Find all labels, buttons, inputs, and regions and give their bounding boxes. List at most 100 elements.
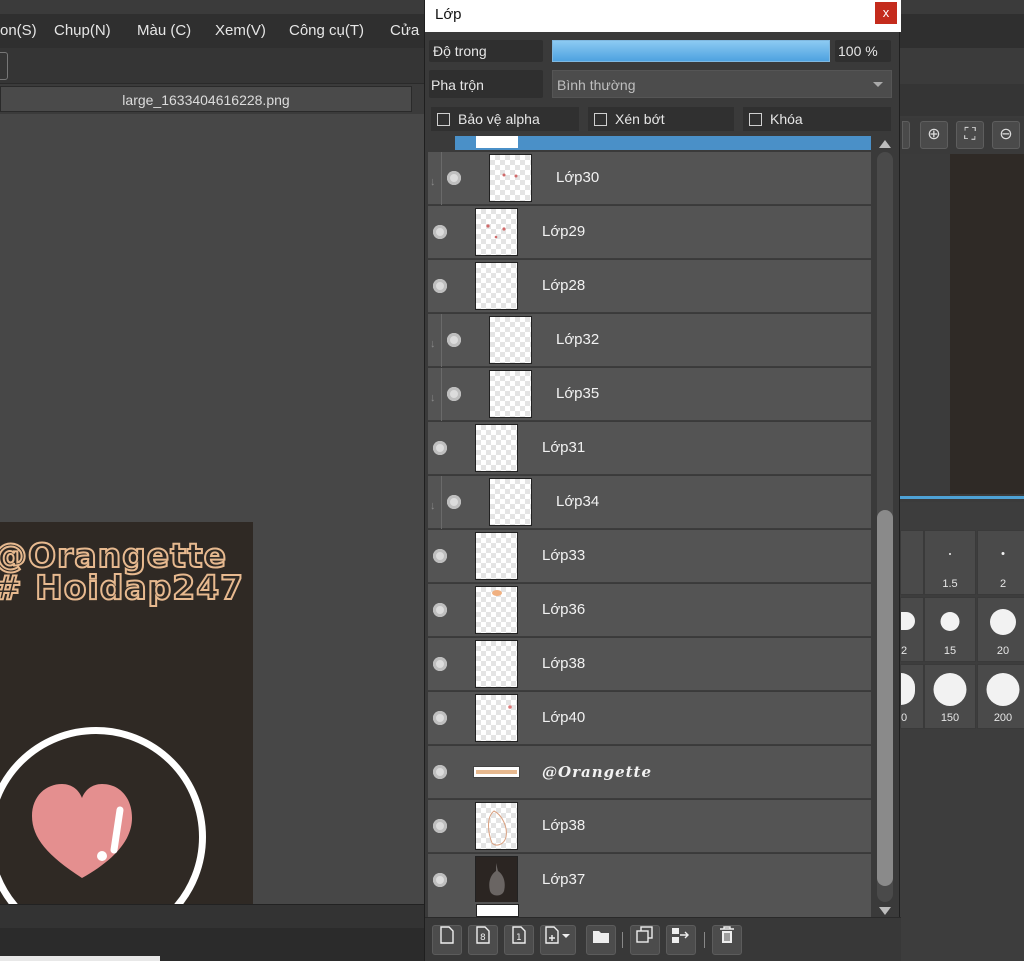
scroll-down-icon[interactable] (879, 907, 891, 915)
layer-row[interactable]: ↓ Lớp34 (428, 476, 871, 529)
visibility-toggle-icon[interactable] (433, 441, 447, 455)
lock-label: Khóa (770, 111, 803, 127)
new-1bit-layer-icon[interactable]: 1 (504, 925, 534, 955)
brush-size-cell[interactable] (900, 530, 924, 595)
layer-row[interactable]: @Orangette (428, 746, 871, 799)
layer-list-scrollbar[interactable] (874, 136, 896, 917)
layer-row[interactable]: Lớp38 (428, 638, 871, 691)
brush-size-cell[interactable]: 0 (900, 664, 924, 729)
toolbar-separator (622, 932, 623, 948)
layer-row[interactable]: Lớp31 (428, 422, 871, 475)
thumbnail-marks (489, 863, 505, 896)
menu-view[interactable]: Xem(V) (215, 22, 266, 39)
zoom-in-icon[interactable]: ⊕ (920, 121, 948, 149)
toolbar-separator (704, 932, 705, 948)
thumbnail-marks (488, 810, 507, 846)
duplicate-layer-icon[interactable] (630, 925, 660, 955)
menu-color[interactable]: Màu (C) (137, 22, 191, 39)
close-button[interactable]: x (875, 2, 897, 24)
svg-text:8: 8 (480, 933, 486, 943)
blend-mode-select[interactable]: Bình thường (552, 70, 892, 98)
add-layer-menu-icon[interactable] (540, 925, 576, 955)
layer-row[interactable]: Lớp36 (428, 584, 871, 637)
brush-size-cell[interactable]: 15 (924, 597, 976, 662)
fit-screen-icon[interactable]: ⛶ (956, 121, 984, 149)
visibility-toggle-icon[interactable] (433, 711, 447, 725)
thumbnail-marks (492, 590, 502, 596)
layer-name: Lớp29 (542, 223, 586, 240)
dialog-title-bar[interactable]: Lớp x (425, 0, 901, 32)
layer-row[interactable]: Lớp40 (428, 692, 871, 745)
layer-name: Lớp34 (556, 493, 600, 510)
brush-size-cell[interactable]: 20 (977, 597, 1024, 662)
visibility-toggle-icon[interactable] (433, 603, 447, 617)
layer-row[interactable]: ↓ Lớp35 (428, 368, 871, 421)
visibility-toggle-icon[interactable] (447, 495, 461, 509)
layer-name: Lớp37 (542, 871, 586, 888)
layer-row-partial[interactable] (428, 902, 871, 917)
layer-name: Lớp38 (542, 817, 586, 834)
layer-row[interactable]: Lớp37 (428, 854, 871, 907)
clip-arrow-icon: ↓ (430, 500, 436, 512)
layer-row[interactable]: Lớp29 (428, 206, 871, 259)
merge-layer-icon[interactable] (666, 925, 696, 955)
clip-indicator: ↓ (428, 314, 442, 367)
layer-thumbnail (475, 856, 518, 904)
scroll-up-icon[interactable] (879, 140, 891, 148)
brush-size-cell[interactable]: 2 (977, 530, 1024, 595)
new-layer-icon[interactable] (432, 925, 462, 955)
clipping-checkbox[interactable]: Xén bớt (588, 107, 734, 131)
layer-row[interactable]: ↓ Lớp32 (428, 314, 871, 367)
layer-row[interactable]: ↓ Lớp30 (428, 152, 871, 205)
visibility-toggle-icon[interactable] (433, 765, 447, 779)
toolbar-button[interactable] (0, 52, 8, 80)
clip-indicator: ↓ (428, 368, 442, 421)
layer-list: ↓ Lớp30 Lớp29 Lớp28 ↓ Lớp32 ↓ Lớp35 Lớp3… (428, 136, 871, 917)
delete-layer-icon[interactable] (712, 925, 742, 955)
lock-checkbox[interactable]: Khóa (743, 107, 891, 131)
menu-tools[interactable]: Công cụ(T) (289, 22, 364, 39)
visibility-toggle-icon[interactable] (433, 549, 447, 563)
layer-row-partial[interactable] (428, 136, 871, 152)
visibility-toggle-icon[interactable] (433, 225, 447, 239)
navigator-preview[interactable] (950, 154, 1024, 494)
layer-row[interactable]: Lớp28 (428, 260, 871, 313)
layer-name: Lớp33 (542, 547, 586, 564)
document-tab[interactable]: large_1633404616228.png (0, 86, 412, 112)
protect-alpha-checkbox[interactable]: Bảo vệ alpha (431, 107, 579, 131)
layer-row[interactable]: Lớp38 (428, 800, 871, 853)
brush-size-cell[interactable]: 150 (924, 664, 976, 729)
svg-text:1: 1 (516, 933, 522, 943)
opacity-slider[interactable] (552, 40, 830, 62)
brush-size-cell[interactable]: 2 (900, 597, 924, 662)
opacity-label: Độ trong (433, 43, 487, 59)
clip-arrow-icon: ↓ (430, 176, 436, 188)
progress-line (0, 956, 160, 961)
layer-dialog: Lớp x Độ trong 100 % Pha trộn Bình thườn… (424, 0, 901, 961)
layer-name: Lớp35 (556, 385, 600, 402)
artwork-canvas[interactable]: @Orangette # Hoidap247 (0, 522, 253, 904)
visibility-toggle-icon[interactable] (433, 873, 447, 887)
visibility-toggle-icon[interactable] (433, 819, 447, 833)
visibility-toggle-icon[interactable] (447, 171, 461, 185)
scroll-thumb[interactable] (877, 510, 893, 886)
layer-name: @Orangette (542, 763, 653, 781)
visibility-toggle-icon[interactable] (447, 333, 461, 347)
layer-row[interactable]: Lớp33 (428, 530, 871, 583)
art-text-line2: # Hoidap247 (0, 567, 245, 608)
new-8bit-layer-icon[interactable]: 8 (468, 925, 498, 955)
dialog-title: Lớp (435, 6, 462, 23)
brush-size-cell[interactable]: 1.5 (924, 530, 976, 595)
nav-button-partial[interactable] (902, 121, 910, 149)
menu-select[interactable]: on(S) (0, 22, 37, 39)
visibility-toggle-icon[interactable] (447, 387, 461, 401)
visibility-toggle-icon[interactable] (433, 279, 447, 293)
visibility-toggle-icon[interactable] (433, 657, 447, 671)
menu-capture[interactable]: Chụp(N) (54, 22, 111, 39)
menu-window[interactable]: Cửa (390, 22, 419, 39)
brush-size-cell[interactable]: 200 (977, 664, 1024, 729)
opacity-value[interactable]: 100 % (838, 43, 878, 59)
folder-icon[interactable] (586, 925, 616, 955)
zoom-out-icon[interactable]: ⊖ (992, 121, 1020, 149)
clip-arrow-icon: ↓ (430, 338, 436, 350)
